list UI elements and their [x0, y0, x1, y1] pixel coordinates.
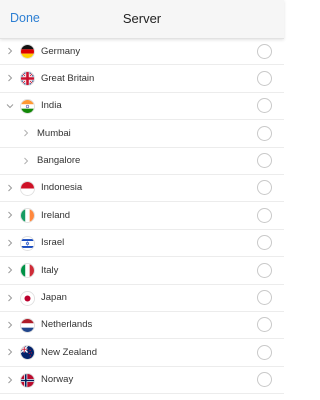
server-label: Mumbai — [37, 127, 71, 139]
server-label: New Zealand — [41, 346, 97, 358]
italy-flag-icon — [20, 263, 35, 279]
server-row-india[interactable]: India — [0, 93, 284, 121]
israel-flag-icon — [20, 235, 35, 251]
server-label: Netherlands — [41, 319, 93, 331]
server-row-ireland[interactable]: Ireland — [0, 202, 284, 230]
server-row-mumbai[interactable]: Mumbai — [0, 120, 284, 148]
server-row-indonesia[interactable]: Indonesia — [0, 175, 284, 203]
page-title: Server — [122, 11, 162, 26]
radio-button[interactable] — [257, 125, 272, 141]
chevron-right-icon[interactable] — [6, 348, 14, 356]
norway-flag-icon — [20, 372, 35, 388]
server-label: Germany — [41, 45, 81, 57]
server-label: Ireland — [41, 209, 71, 221]
radio-button[interactable] — [257, 98, 272, 114]
germany-flag-icon — [20, 44, 35, 59]
chevron-down-icon[interactable] — [6, 102, 14, 110]
server-row-italy[interactable]: Italy — [0, 257, 284, 285]
chevron-right-icon[interactable] — [6, 266, 14, 274]
netherlands-flag-icon — [20, 317, 35, 333]
chevron-right-icon[interactable] — [22, 129, 30, 137]
server-row-great-britain[interactable]: Great Britain — [0, 65, 284, 93]
radio-button[interactable] — [257, 290, 272, 306]
server-label: India — [41, 100, 62, 112]
server-label: Bangalore — [37, 155, 81, 167]
radio-button[interactable] — [257, 372, 272, 388]
india-flag-icon — [20, 98, 35, 114]
server-label: Norway — [41, 374, 74, 386]
server-row-netherlands[interactable]: Netherlands — [0, 312, 284, 340]
server-row-new-zealand[interactable]: New Zealand — [0, 339, 284, 367]
server-list: Germany Great Britain India Mumbai Banga… — [0, 38, 284, 395]
radio-button[interactable] — [257, 70, 272, 86]
server-row-germany[interactable]: Germany — [0, 38, 284, 66]
chevron-right-icon[interactable] — [22, 157, 30, 165]
server-row-israel[interactable]: Israel — [0, 230, 284, 258]
radio-button[interactable] — [257, 235, 272, 251]
chevron-right-icon[interactable] — [6, 321, 14, 329]
nav-header: Done Server — [0, 0, 284, 39]
japan-flag-icon — [20, 290, 35, 306]
server-label: Italy — [41, 264, 59, 276]
server-row-japan[interactable]: Japan — [0, 285, 284, 312]
radio-button[interactable] — [257, 43, 272, 59]
radio-button[interactable] — [257, 207, 272, 223]
radio-button[interactable] — [257, 344, 272, 360]
chevron-right-icon[interactable] — [6, 211, 14, 219]
chevron-right-icon[interactable] — [6, 184, 14, 192]
server-label: Great Britain — [41, 72, 95, 84]
radio-button[interactable] — [257, 180, 272, 196]
radio-button[interactable] — [257, 262, 272, 278]
server-label: Israel — [41, 237, 65, 249]
chevron-right-icon[interactable] — [6, 74, 14, 82]
new-zealand-flag-icon — [20, 345, 35, 361]
chevron-right-icon[interactable] — [6, 294, 14, 302]
server-label: Japan — [41, 292, 67, 304]
chevron-right-icon[interactable] — [6, 239, 14, 247]
radio-button[interactable] — [257, 317, 272, 333]
server-label: Indonesia — [41, 182, 83, 194]
chevron-right-icon[interactable] — [6, 47, 14, 55]
indonesia-flag-icon — [20, 180, 35, 196]
ireland-flag-icon — [20, 208, 35, 224]
radio-button[interactable] — [257, 153, 272, 169]
chevron-right-icon[interactable] — [6, 376, 14, 384]
server-row-norway[interactable]: Norway — [0, 367, 284, 395]
uk-flag-icon — [20, 71, 35, 87]
server-row-bangalore[interactable]: Bangalore — [0, 148, 284, 175]
